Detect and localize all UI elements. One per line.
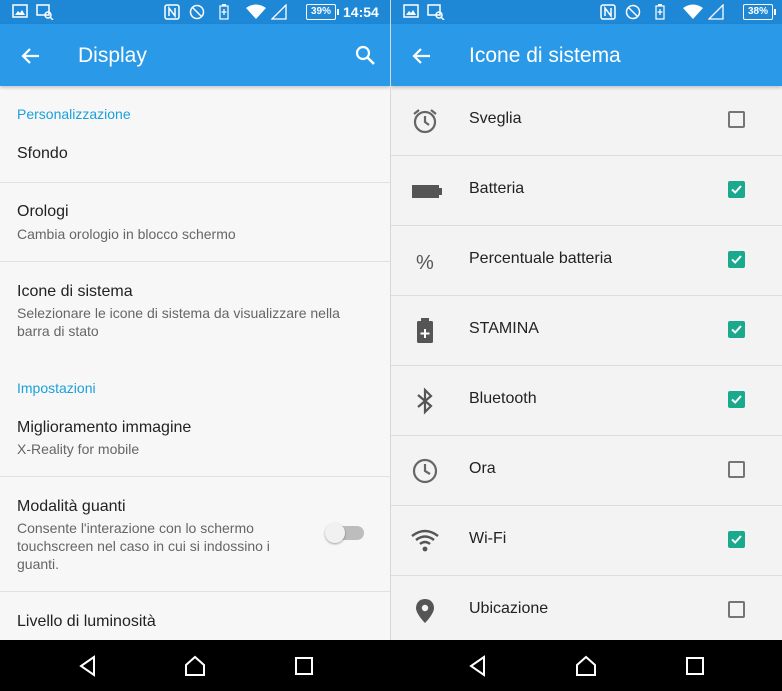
arrow-back-icon[interactable] <box>18 44 44 68</box>
divider <box>0 261 390 262</box>
stamina-status-icon <box>655 4 665 20</box>
row-checkbox[interactable] <box>728 181 745 198</box>
toggle-thumb <box>325 523 345 543</box>
svg-text:%: % <box>416 252 434 274</box>
divider <box>0 182 390 183</box>
page-title: Icone di sistema <box>469 44 621 67</box>
nfc-icon <box>600 4 616 20</box>
app-bar: Display <box>0 24 390 86</box>
item-image-enhancement-subtitle: X-Reality for mobile <box>17 441 140 457</box>
divider <box>0 476 390 477</box>
item-system-icons-subtitle: Selezionare le icone di sistema da visua… <box>17 305 340 339</box>
nav-home-icon[interactable] <box>574 654 598 678</box>
search-icon[interactable] <box>353 43 377 67</box>
row-label: Sveglia <box>469 110 522 127</box>
item-clocks-subtitle: Cambia orologio in blocco schermo <box>17 226 236 242</box>
bluetooth-icon <box>411 387 439 415</box>
display-settings-screen: 39% 14:54 Display Personalizzazione Sfon… <box>0 0 390 691</box>
navigation-bar <box>0 640 390 691</box>
row-checkbox[interactable] <box>728 321 745 338</box>
battery-level: 38% <box>743 4 776 20</box>
row-checkbox[interactable] <box>728 601 745 618</box>
signal-icon <box>708 4 724 20</box>
item-glove-mode-subtitle: Consente l'interazione con lo schermo to… <box>17 520 270 572</box>
stamina-icon <box>411 317 439 345</box>
item-clocks-title: Orologi <box>17 203 69 220</box>
system-icon-row[interactable]: STAMINA <box>391 296 782 366</box>
row-label: Bluetooth <box>469 390 537 407</box>
do-not-disturb-icon <box>189 4 205 20</box>
nav-recents-icon[interactable] <box>683 654 707 678</box>
signal-icon <box>271 4 287 20</box>
item-glove-mode-title: Modalità guanti <box>17 498 126 515</box>
nav-recents-icon[interactable] <box>292 654 316 678</box>
arrow-back-icon[interactable] <box>409 44 435 68</box>
item-system-icons-title: Icone di sistema <box>17 283 133 300</box>
row-checkbox[interactable] <box>728 111 745 128</box>
wifi-icon <box>411 527 439 555</box>
row-label: Percentuale batteria <box>469 250 613 267</box>
app-bar: Icone di sistema <box>391 24 782 86</box>
navigation-bar <box>391 640 782 691</box>
system-icon-row[interactable]: Ora <box>391 436 782 506</box>
wifi-status-icon <box>683 4 703 19</box>
location-icon <box>411 597 439 625</box>
row-label: Wi-Fi <box>469 530 507 547</box>
clock-time: 14:54 <box>343 4 379 20</box>
system-icon-row[interactable]: Batteria <box>391 156 782 226</box>
row-checkbox[interactable] <box>728 251 745 268</box>
nav-back-icon[interactable] <box>466 654 490 678</box>
system-icons-screen: 38% Icone di sistema Sveglia Batteria% Per… <box>391 0 782 691</box>
stamina-status-icon <box>219 4 229 20</box>
row-checkbox[interactable] <box>728 531 745 548</box>
percent-icon: % <box>411 247 439 275</box>
row-label: STAMINA <box>469 320 539 337</box>
nfc-icon <box>164 4 180 20</box>
wifi-status-icon <box>246 4 266 19</box>
screenshot-notification-icon <box>36 4 54 20</box>
system-icon-row[interactable]: % Percentuale batteria <box>391 226 782 296</box>
section-settings: Impostazioni <box>17 380 96 396</box>
system-icon-row[interactable]: Ubicazione <box>391 576 782 646</box>
status-bar: 39% 14:54 <box>0 0 390 24</box>
image-notification-icon <box>403 4 419 18</box>
alarm-icon <box>411 107 439 135</box>
do-not-disturb-icon <box>625 4 641 20</box>
row-checkbox[interactable] <box>728 461 745 478</box>
item-image-enhancement-title: Miglioramento immagine <box>17 419 192 436</box>
item-wallpaper-title: Sfondo <box>17 145 68 162</box>
system-icon-row[interactable]: Bluetooth <box>391 366 782 436</box>
screenshot-notification-icon <box>427 4 445 20</box>
nav-back-icon[interactable] <box>76 654 100 678</box>
image-notification-icon <box>12 4 28 18</box>
row-label: Batteria <box>469 180 525 197</box>
battery-level: 39% <box>306 4 339 20</box>
battery-icon <box>411 177 442 205</box>
row-label: Ubicazione <box>469 600 549 617</box>
divider <box>0 591 390 592</box>
system-icon-row[interactable]: Wi-Fi <box>391 506 782 576</box>
row-checkbox[interactable] <box>728 391 745 408</box>
section-personalization: Personalizzazione <box>17 106 131 122</box>
clock-icon <box>411 457 439 485</box>
row-label: Ora <box>469 460 496 477</box>
status-bar: 38% <box>391 0 782 24</box>
nav-home-icon[interactable] <box>183 654 207 678</box>
page-title: Display <box>78 44 147 67</box>
system-icon-row[interactable]: Sveglia <box>391 86 782 156</box>
item-brightness-title: Livello di luminosità <box>17 613 156 630</box>
